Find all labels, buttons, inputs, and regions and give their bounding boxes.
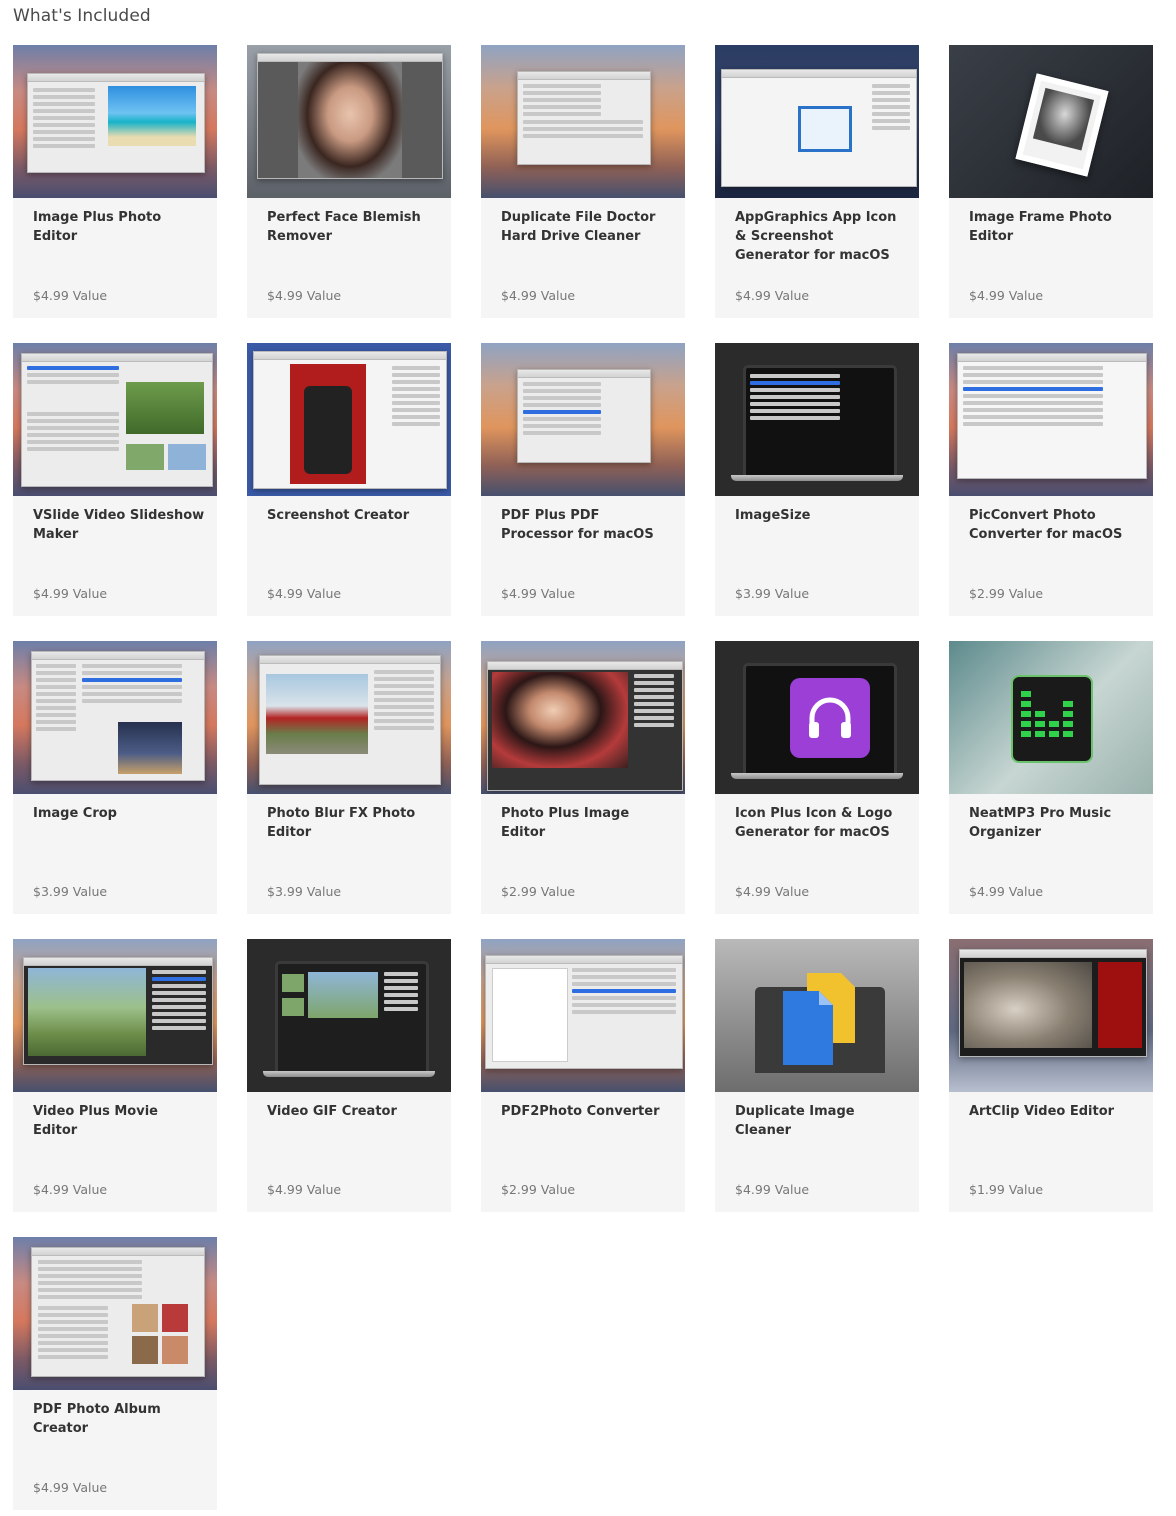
product-title: Image Frame Photo Editor xyxy=(969,210,1112,244)
product-title: AppGraphics App Icon & Screenshot Genera… xyxy=(735,210,897,263)
product-title: Photo Blur FX Photo Editor xyxy=(267,806,416,840)
product-thumbnail xyxy=(949,641,1153,794)
product-title: Image Crop xyxy=(33,806,117,821)
equalizer-icon xyxy=(1021,691,1073,737)
product-price: $4.99 Value xyxy=(33,1480,108,1495)
product-title: Duplicate File Doctor Hard Drive Cleaner xyxy=(501,210,656,244)
product-thumbnail xyxy=(13,343,217,496)
product-card[interactable]: PDF Plus PDF Processor for macOS $4.99 V… xyxy=(481,343,685,616)
section-heading: What's Included xyxy=(13,6,151,26)
product-thumbnail xyxy=(949,343,1153,496)
product-card[interactable]: Image Frame Photo Editor $4.99 Value xyxy=(949,45,1153,318)
product-thumbnail xyxy=(715,939,919,1092)
product-title: Duplicate Image Cleaner xyxy=(735,1104,855,1138)
product-price: $4.99 Value xyxy=(33,586,108,601)
product-price: $2.99 Value xyxy=(501,884,576,899)
product-thumbnail xyxy=(247,45,451,198)
product-thumbnail xyxy=(13,1237,217,1390)
product-thumbnail xyxy=(481,641,685,794)
product-card[interactable]: AppGraphics App Icon & Screenshot Genera… xyxy=(715,45,919,318)
product-card[interactable]: VSlide Video Slideshow Maker $4.99 Value xyxy=(13,343,217,616)
product-price: $4.99 Value xyxy=(267,1182,342,1197)
product-price: $4.99 Value xyxy=(735,288,810,303)
duplicate-files-icon xyxy=(779,969,859,1069)
product-thumbnail xyxy=(715,45,919,198)
product-card[interactable]: Image Crop $3.99 Value xyxy=(13,641,217,914)
product-card[interactable]: ArtClip Video Editor $1.99 Value xyxy=(949,939,1153,1212)
product-price: $3.99 Value xyxy=(735,586,810,601)
product-card[interactable]: Photo Blur FX Photo Editor $3.99 Value xyxy=(247,641,451,914)
product-price: $2.99 Value xyxy=(501,1182,576,1197)
product-title: Video GIF Creator xyxy=(267,1104,397,1119)
product-thumbnail xyxy=(13,939,217,1092)
product-price: $4.99 Value xyxy=(33,1182,108,1197)
product-title: ImageSize xyxy=(735,508,811,523)
product-price: $4.99 Value xyxy=(501,288,576,303)
product-thumbnail xyxy=(715,641,919,794)
product-card[interactable]: Perfect Face Blemish Remover $4.99 Value xyxy=(247,45,451,318)
product-card[interactable]: NeatMP3 Pro Music Organizer $4.99 Value xyxy=(949,641,1153,914)
product-thumbnail xyxy=(247,939,451,1092)
product-thumbnail xyxy=(481,343,685,496)
product-thumbnail xyxy=(949,45,1153,198)
product-price: $1.99 Value xyxy=(969,1182,1044,1197)
product-card[interactable]: Screenshot Creator $4.99 Value xyxy=(247,343,451,616)
product-price: $4.99 Value xyxy=(267,586,342,601)
product-title: Image Plus Photo Editor xyxy=(33,210,162,244)
product-thumbnail xyxy=(13,641,217,794)
product-title: Icon Plus Icon & Logo Generator for macO… xyxy=(735,806,893,840)
product-title: Video Plus Movie Editor xyxy=(33,1104,158,1138)
product-price: $4.99 Value xyxy=(267,288,342,303)
product-thumbnail xyxy=(949,939,1153,1092)
product-price: $4.99 Value xyxy=(735,1182,810,1197)
product-card[interactable]: Photo Plus Image Editor $2.99 Value xyxy=(481,641,685,914)
product-title: Perfect Face Blemish Remover xyxy=(267,210,421,244)
product-card[interactable]: PicConvert Photo Converter for macOS $2.… xyxy=(949,343,1153,616)
product-card[interactable]: PDF2Photo Converter $2.99 Value xyxy=(481,939,685,1212)
product-title: Screenshot Creator xyxy=(267,508,410,523)
product-title: PDF2Photo Converter xyxy=(501,1104,660,1119)
product-price: $3.99 Value xyxy=(33,884,108,899)
product-thumbnail xyxy=(247,343,451,496)
product-thumbnail xyxy=(715,343,919,496)
product-price: $4.99 Value xyxy=(969,884,1044,899)
product-card[interactable]: Icon Plus Icon & Logo Generator for macO… xyxy=(715,641,919,914)
product-title: PDF Photo Album Creator xyxy=(33,1402,161,1436)
product-thumbnail xyxy=(481,939,685,1092)
product-price: $3.99 Value xyxy=(267,884,342,899)
product-title: PicConvert Photo Converter for macOS xyxy=(969,508,1123,542)
product-card[interactable]: ImageSize $3.99 Value xyxy=(715,343,919,616)
product-thumbnail xyxy=(13,45,217,198)
product-price: $4.99 Value xyxy=(969,288,1044,303)
product-card[interactable]: Duplicate Image Cleaner $4.99 Value xyxy=(715,939,919,1212)
headphones-icon xyxy=(790,678,870,758)
product-card[interactable]: Duplicate File Doctor Hard Drive Cleaner… xyxy=(481,45,685,318)
product-title: NeatMP3 Pro Music Organizer xyxy=(969,806,1112,840)
product-card[interactable]: PDF Photo Album Creator $4.99 Value xyxy=(13,1237,217,1510)
product-price: $4.99 Value xyxy=(735,884,810,899)
product-thumbnail xyxy=(247,641,451,794)
product-title: PDF Plus PDF Processor for macOS xyxy=(501,508,654,542)
product-title: Photo Plus Image Editor xyxy=(501,806,630,840)
product-price: $2.99 Value xyxy=(969,586,1044,601)
product-card[interactable]: Video GIF Creator $4.99 Value xyxy=(247,939,451,1212)
product-card[interactable]: Video Plus Movie Editor $4.99 Value xyxy=(13,939,217,1212)
product-price: $4.99 Value xyxy=(501,586,576,601)
product-price: $4.99 Value xyxy=(33,288,108,303)
product-title: VSlide Video Slideshow Maker xyxy=(33,508,205,542)
product-card[interactable]: Image Plus Photo Editor $4.99 Value xyxy=(13,45,217,318)
product-title: ArtClip Video Editor xyxy=(969,1104,1115,1119)
product-thumbnail xyxy=(481,45,685,198)
